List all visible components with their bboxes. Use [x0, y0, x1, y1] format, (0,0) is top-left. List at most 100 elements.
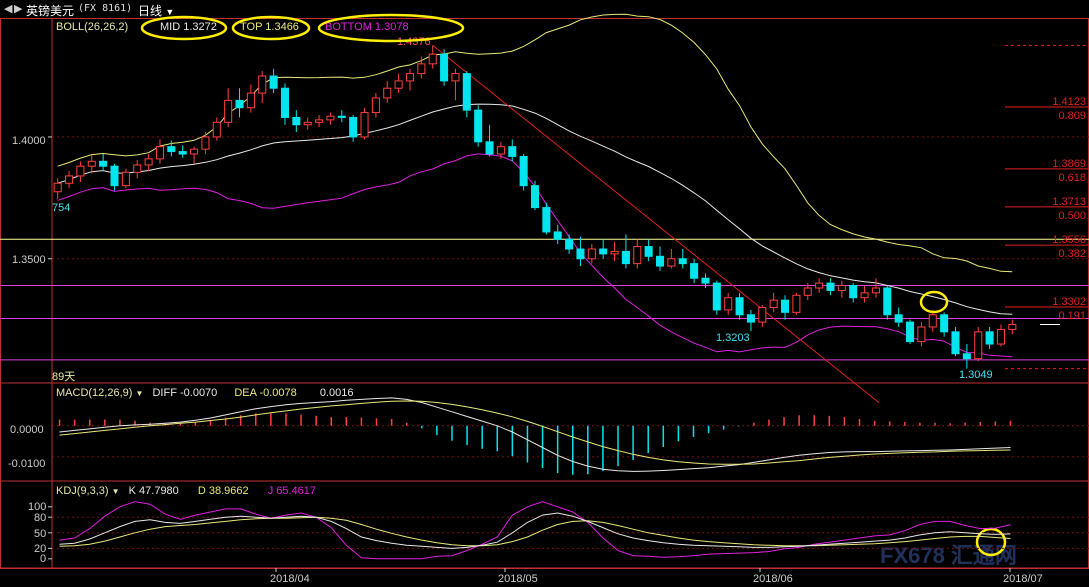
candle-body	[383, 87, 392, 99]
candle-body	[996, 328, 1005, 345]
highlight-cross-circle	[919, 290, 949, 314]
fib-price-label: 1.3869	[1052, 158, 1086, 170]
candle-body	[985, 331, 994, 345]
candle-body	[530, 185, 540, 209]
candle-body	[496, 146, 505, 155]
candle-body	[428, 53, 437, 65]
candle-body	[826, 282, 835, 291]
candle-body	[292, 116, 301, 126]
candle-body	[815, 282, 824, 289]
fib-ratio-label: 0.500	[1058, 210, 1086, 222]
candle-body	[53, 182, 62, 193]
candle-body	[940, 314, 949, 333]
candle-body	[974, 331, 983, 360]
boll-top-line	[57, 13, 1013, 273]
candle-body	[269, 75, 278, 89]
candle-body	[394, 80, 403, 89]
candle-body	[178, 151, 187, 155]
candle-body	[928, 314, 937, 328]
candle-body	[76, 165, 85, 177]
candle-body	[655, 255, 665, 267]
candle-body	[212, 121, 221, 138]
candle-body	[360, 112, 369, 138]
candle-body	[1008, 324, 1017, 330]
candle-body	[690, 263, 699, 279]
candle-body	[87, 160, 96, 167]
candle-body	[121, 171, 130, 187]
candle-body	[303, 121, 312, 126]
candle-body	[235, 99, 244, 109]
candle-body	[712, 282, 721, 311]
candle-body	[371, 97, 380, 114]
candle-body	[280, 87, 289, 118]
candle-body	[440, 53, 449, 82]
fib-ratio-label: 0.618	[1058, 172, 1086, 184]
candle-body	[633, 246, 642, 265]
candle-body	[224, 99, 233, 123]
candle-body	[542, 207, 551, 233]
candle-body	[849, 285, 858, 299]
fib-price-label: 1.3713	[1052, 196, 1086, 208]
candle-body	[155, 146, 164, 160]
candle-body	[133, 164, 142, 173]
candle-body	[962, 353, 971, 360]
candle-body	[474, 109, 483, 143]
candle-body	[451, 73, 460, 82]
fib-ratio-label: 0.809	[1058, 110, 1086, 122]
candle-body	[315, 119, 324, 123]
candle-body	[167, 146, 176, 153]
candle-body	[110, 165, 119, 187]
highlight-top-circle	[231, 15, 311, 41]
candle-body	[519, 155, 528, 187]
candle-body	[621, 250, 630, 265]
fib-ratio-label: 0.191	[1058, 310, 1086, 322]
fib-price-label: 1.3302	[1052, 296, 1086, 308]
candle-body	[769, 299, 778, 308]
candle-body	[746, 314, 755, 323]
candle-body	[508, 146, 517, 157]
candle-body	[576, 248, 585, 260]
candle-body	[599, 248, 608, 255]
candle-body	[792, 294, 801, 313]
candle-body	[781, 299, 790, 313]
candle-body	[724, 297, 733, 311]
highlight-mid-circle	[140, 15, 228, 41]
downtrend-line	[432, 44, 880, 404]
candle-body	[65, 175, 74, 184]
candle-body	[258, 75, 267, 94]
candle-body	[837, 285, 846, 291]
kdj-j-line	[59, 501, 1011, 560]
candle-body	[99, 160, 108, 167]
candle-body	[917, 326, 926, 343]
candle-body	[337, 115, 346, 118]
candle-body	[485, 141, 494, 155]
candle-body	[417, 63, 426, 75]
candle-body	[405, 73, 415, 82]
candle-body	[644, 246, 653, 257]
candle-body	[894, 314, 903, 323]
candle-body	[758, 306, 767, 323]
candle-body	[349, 116, 358, 138]
candle-body	[462, 73, 471, 111]
macd-diff-line	[59, 397, 1011, 472]
candle-body	[701, 277, 710, 284]
candle-body	[860, 292, 869, 299]
fib-price-label: 1.3556	[1052, 234, 1086, 246]
candle-body	[201, 136, 210, 150]
candle-body	[883, 287, 892, 316]
candle-body	[610, 250, 619, 255]
macd-dea-line	[59, 400, 1011, 465]
candle-body	[951, 331, 960, 355]
fib-price-label: 1.4123	[1052, 96, 1086, 108]
kdj-k-line	[59, 512, 1011, 549]
candle-body	[190, 148, 199, 155]
candle-body	[871, 287, 880, 294]
candle-body	[587, 248, 596, 260]
candle-body	[906, 321, 915, 343]
candle-body	[553, 231, 562, 240]
candle-body	[565, 238, 574, 250]
candle-body	[667, 258, 676, 267]
candle-body	[144, 158, 153, 166]
candle-body	[735, 297, 744, 316]
candle-body	[246, 92, 255, 109]
